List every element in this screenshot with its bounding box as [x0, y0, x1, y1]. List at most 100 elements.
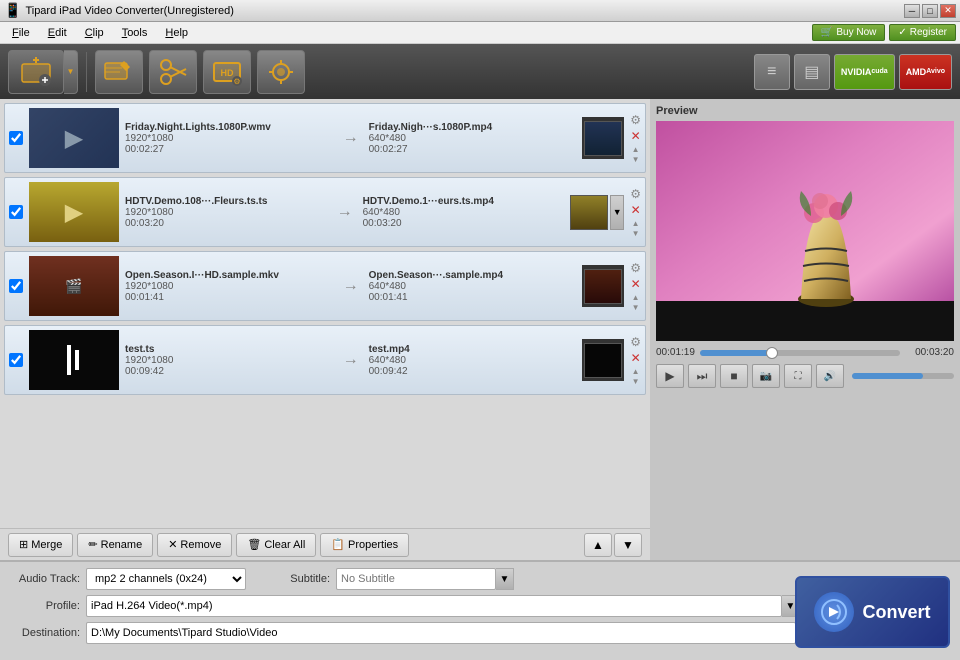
file-format-dropdown-2[interactable]: ▼: [610, 195, 624, 230]
move-arrows: ▲ ▼: [584, 533, 642, 557]
destination-input[interactable]: [86, 622, 796, 644]
convert-svg-icon: [819, 597, 849, 627]
preview-video: [656, 121, 954, 341]
file-remove-icon-1[interactable]: ✕: [631, 129, 641, 143]
list-view-button[interactable]: ≡: [754, 54, 790, 90]
file-up-icon-4[interactable]: ▲: [632, 367, 640, 376]
file-checkbox-4[interactable]: [9, 353, 23, 367]
test-bar-icon: [67, 345, 71, 375]
file-item-3[interactable]: 🎬 Open.Season.I···HD.sample.mkv 1920*108…: [4, 251, 646, 321]
play-button[interactable]: ▶: [656, 364, 684, 388]
move-up-button[interactable]: ▲: [584, 533, 612, 557]
file-item-2[interactable]: ▶ HDTV.Demo.108···.Fleurs.ts.ts 1920*108…: [4, 177, 646, 247]
move-down-button[interactable]: ▼: [614, 533, 642, 557]
file-out-1: Friday.Nigh···s.1080P.mp4 640*480 00:02:…: [369, 122, 577, 155]
grid-view-button[interactable]: ▤: [794, 54, 830, 90]
file-out-4: test.mp4 640*480 00:09:42: [369, 344, 577, 377]
menu-edit[interactable]: Edit: [40, 25, 75, 41]
maximize-button[interactable]: □: [922, 4, 938, 18]
destination-label: Destination:: [10, 627, 80, 639]
preview-scene: [656, 121, 954, 341]
file-gear-icon-3[interactable]: ⚙: [630, 261, 641, 275]
file-arrows-2: ▲ ▼: [632, 219, 640, 238]
remove-button[interactable]: ✕ Remove: [157, 533, 232, 557]
file-checkbox-2[interactable]: [9, 205, 23, 219]
file-down-icon-3[interactable]: ▼: [632, 303, 640, 312]
add-icon: [18, 54, 54, 90]
snapshot-button[interactable]: 📷: [752, 364, 780, 388]
file-arrow-4: →: [343, 351, 359, 369]
file-down-icon-1[interactable]: ▼: [632, 155, 640, 164]
menu-tools[interactable]: Tools: [114, 25, 156, 41]
file-remove-icon-3[interactable]: ✕: [631, 277, 641, 291]
menu-help[interactable]: Help: [157, 25, 196, 41]
merge-button[interactable]: ⊞ Merge: [8, 533, 73, 557]
menu-clip[interactable]: Clip: [77, 25, 112, 41]
app-title: Tipard iPad Video Converter(Unregistered…: [25, 5, 234, 17]
audio-track-select[interactable]: mp2 2 channels (0x24): [86, 568, 246, 590]
file-name-1: Friday.Night.Lights.1080P.wmv: [125, 122, 333, 133]
skip-button[interactable]: ⏭: [688, 364, 716, 388]
file-gear-icon-2[interactable]: ⚙: [630, 187, 641, 201]
file-item-4[interactable]: test.ts 1920*1080 00:09:42 → test.mp4 64…: [4, 325, 646, 395]
volume-track[interactable]: [852, 373, 954, 379]
file-up-icon-2[interactable]: ▲: [632, 219, 640, 228]
check-icon: ✓: [898, 27, 906, 38]
file-down-icon-4[interactable]: ▼: [632, 377, 640, 386]
seek-track[interactable]: [700, 350, 900, 356]
app-icon: 📱: [4, 2, 21, 19]
file-info-2: HDTV.Demo.108···.Fleurs.ts.ts 1920*1080 …: [125, 196, 327, 229]
effect-button[interactable]: HD ⚙: [203, 50, 251, 94]
file-out-res-3: 640*480: [369, 281, 577, 292]
clear-all-button[interactable]: 🗑 Clear All: [236, 533, 316, 557]
menu-bar: File Edit Clip Tools Help: [4, 25, 196, 41]
register-button[interactable]: ✓ Register: [889, 24, 956, 41]
file-gear-icon-4[interactable]: ⚙: [630, 335, 641, 349]
file-out-name-4: test.mp4: [369, 344, 577, 355]
seek-thumb[interactable]: [766, 347, 778, 359]
rename-button[interactable]: ✏ Rename: [77, 533, 153, 557]
file-gear-icon-1[interactable]: ⚙: [630, 113, 641, 127]
file-actions-3: ⚙ ✕ ▲ ▼: [630, 261, 641, 312]
subtitle-input[interactable]: [336, 568, 496, 590]
seek-fill: [700, 350, 770, 356]
file-thumb-out-area-2: ▼: [570, 195, 624, 230]
stop-button[interactable]: ■: [720, 364, 748, 388]
file-checkbox-1[interactable]: [9, 131, 23, 145]
edit-button[interactable]: [95, 50, 143, 94]
convert-button[interactable]: Convert: [795, 576, 950, 648]
close-button[interactable]: ✕: [940, 4, 956, 18]
file-down-icon-2[interactable]: ▼: [632, 229, 640, 238]
file-thumb-out-4: [582, 339, 624, 381]
file-checkbox-3[interactable]: [9, 279, 23, 293]
file-dur-2: 00:03:20: [125, 218, 327, 229]
file-remove-icon-2[interactable]: ✕: [631, 203, 641, 217]
file-arrows-1: ▲ ▼: [632, 145, 640, 164]
menu-file[interactable]: File: [4, 25, 38, 41]
file-out-dur-3: 00:01:41: [369, 292, 577, 303]
profile-label: Profile:: [10, 600, 80, 612]
file-res-4: 1920*1080: [125, 355, 333, 366]
properties-icon: 📋: [331, 538, 345, 551]
file-up-icon-1[interactable]: ▲: [632, 145, 640, 154]
add-button[interactable]: [8, 50, 64, 94]
file-item-1[interactable]: ▶ Friday.Night.Lights.1080P.wmv 1920*108…: [4, 103, 646, 173]
file-arrows-3: ▲ ▼: [632, 293, 640, 312]
settings-button[interactable]: [257, 50, 305, 94]
file-thumb-4: [29, 330, 119, 390]
file-out-name-3: Open.Season···.sample.mp4: [369, 270, 577, 281]
minimize-button[interactable]: ─: [904, 4, 920, 18]
volume-button[interactable]: 🔊: [816, 364, 844, 388]
profile-input[interactable]: [86, 595, 782, 617]
add-dropdown-button[interactable]: ▼: [64, 50, 78, 94]
fullscreen-button[interactable]: ⛶: [784, 364, 812, 388]
clip-button[interactable]: [149, 50, 197, 94]
audio-track-dropdown: mp2 2 channels (0x24): [86, 568, 246, 590]
buy-now-button[interactable]: 🛒 Buy Now: [812, 24, 885, 41]
properties-button[interactable]: 📋 Properties: [320, 533, 409, 557]
file-up-icon-3[interactable]: ▲: [632, 293, 640, 302]
file-out-name-2: HDTV.Demo.1···eurs.ts.mp4: [363, 196, 565, 207]
file-res-2: 1920*1080: [125, 207, 327, 218]
subtitle-dropdown-arrow[interactable]: ▼: [496, 568, 514, 590]
file-remove-icon-4[interactable]: ✕: [631, 351, 641, 365]
